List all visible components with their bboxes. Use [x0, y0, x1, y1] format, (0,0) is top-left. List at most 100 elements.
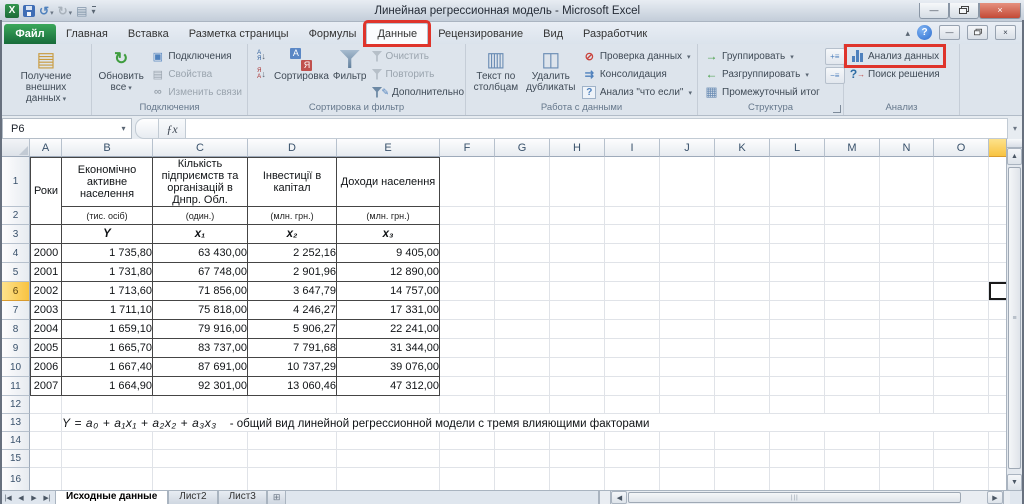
filter-button[interactable]: Фильтр — [331, 46, 369, 83]
cell[interactable] — [337, 432, 440, 450]
cell[interactable] — [770, 358, 825, 377]
cell[interactable] — [440, 301, 495, 320]
subtotal-button[interactable]: Промежуточный итог — [701, 83, 823, 101]
minimize-button[interactable]: — — [919, 3, 949, 19]
cell[interactable] — [880, 157, 934, 207]
year-cell[interactable]: 2007 — [30, 377, 62, 396]
properties-button[interactable]: Свойства — [147, 65, 245, 83]
cell[interactable] — [30, 414, 62, 432]
units-cell[interactable]: (млн. грн.) — [337, 207, 440, 225]
column-header-P[interactable] — [989, 139, 1006, 157]
variable-cell[interactable]: x₁ — [153, 225, 248, 244]
cell[interactable] — [495, 396, 550, 414]
variable-cell[interactable]: x₃ — [337, 225, 440, 244]
cell[interactable] — [605, 282, 660, 301]
tab-formulas[interactable]: Формулы — [299, 24, 367, 44]
tab-data[interactable]: Данные — [366, 23, 428, 44]
scroll-left-button[interactable]: ◀ — [611, 491, 627, 504]
cell[interactable] — [550, 396, 605, 414]
row-header-15[interactable]: 15 — [2, 450, 30, 468]
column-header-I[interactable]: I — [605, 139, 660, 157]
cell[interactable] — [495, 225, 550, 244]
cell[interactable] — [550, 263, 605, 282]
cell[interactable] — [440, 339, 495, 358]
cell[interactable] — [989, 377, 1006, 396]
cell[interactable] — [934, 468, 989, 491]
cell[interactable] — [880, 263, 934, 282]
cell[interactable] — [715, 358, 770, 377]
data-cell[interactable]: 3 647,79 — [248, 282, 337, 301]
cell[interactable] — [770, 468, 825, 491]
column-header-E[interactable]: E — [337, 139, 440, 157]
cell[interactable] — [440, 377, 495, 396]
name-box[interactable]: P6 — [2, 118, 132, 139]
cell[interactable] — [934, 432, 989, 450]
cell[interactable] — [495, 157, 550, 207]
cell[interactable] — [715, 263, 770, 282]
cell[interactable] — [825, 339, 880, 358]
show-detail-button[interactable] — [825, 48, 845, 65]
cell[interactable] — [825, 225, 880, 244]
cell[interactable] — [660, 157, 715, 207]
cell[interactable] — [989, 263, 1006, 282]
workbook-restore-button[interactable] — [967, 25, 988, 40]
note-cell[interactable]: Y = a₀ + a₁x₁ + a₂x₂ + a₃x₃- общий вид л… — [62, 414, 1006, 432]
cell[interactable] — [825, 320, 880, 339]
cell[interactable] — [715, 207, 770, 225]
table-header-cell[interactable]: Доходи населення — [337, 157, 440, 207]
cell[interactable] — [770, 282, 825, 301]
restore-button[interactable] — [949, 3, 979, 19]
data-cell[interactable]: 4 246,27 — [248, 301, 337, 320]
cell[interactable] — [495, 263, 550, 282]
data-cell[interactable]: 5 906,27 — [248, 320, 337, 339]
cell[interactable] — [153, 450, 248, 468]
cell[interactable] — [605, 339, 660, 358]
cell[interactable] — [770, 339, 825, 358]
tab-view[interactable]: Вид — [533, 24, 573, 44]
cell[interactable] — [30, 396, 62, 414]
data-cell[interactable]: 9 405,00 — [337, 244, 440, 263]
units-cell[interactable]: (один.) — [153, 207, 248, 225]
data-cell[interactable]: 1 711,10 — [62, 301, 153, 320]
row-header-10[interactable]: 10 — [2, 358, 30, 377]
cell[interactable] — [660, 225, 715, 244]
sheet-tab-list3[interactable]: Лист3 — [218, 491, 267, 504]
first-sheet-button[interactable]: |◀ — [2, 494, 14, 502]
cell[interactable] — [495, 432, 550, 450]
cell[interactable] — [715, 320, 770, 339]
data-cell[interactable]: 63 430,00 — [153, 244, 248, 263]
cell-A1[interactable]: Роки — [30, 157, 62, 225]
cell[interactable] — [660, 377, 715, 396]
cell[interactable] — [440, 263, 495, 282]
column-header-D[interactable]: D — [248, 139, 337, 157]
cell[interactable] — [495, 339, 550, 358]
cell[interactable] — [715, 282, 770, 301]
what-if-analysis-button[interactable]: Анализ "что если" — [579, 83, 695, 101]
cell[interactable] — [550, 377, 605, 396]
workbook-close-button[interactable]: × — [995, 25, 1016, 40]
cell[interactable] — [825, 263, 880, 282]
data-cell[interactable]: 13 060,46 — [248, 377, 337, 396]
cell[interactable] — [934, 320, 989, 339]
cell[interactable] — [550, 301, 605, 320]
cell[interactable] — [825, 358, 880, 377]
vertical-scroll-track[interactable] — [1008, 166, 1021, 473]
cell[interactable] — [825, 157, 880, 207]
data-cell[interactable]: 1 659,10 — [62, 320, 153, 339]
column-header-C[interactable]: C — [153, 139, 248, 157]
data-cell[interactable]: 1 665,70 — [62, 339, 153, 358]
cell[interactable] — [715, 157, 770, 207]
variable-cell[interactable]: Y — [62, 225, 153, 244]
scrollbar-end-splitter[interactable] — [1003, 491, 1010, 504]
cell[interactable] — [880, 377, 934, 396]
edit-links-button[interactable]: Изменить связи — [147, 83, 245, 101]
cell[interactable] — [989, 207, 1006, 225]
cell[interactable] — [825, 282, 880, 301]
cell[interactable] — [989, 468, 1006, 491]
data-analysis-button[interactable]: Анализ данных — [847, 47, 943, 65]
cell[interactable] — [605, 225, 660, 244]
column-header-F[interactable]: F — [440, 139, 495, 157]
insert-function-button[interactable] — [158, 118, 186, 139]
cell[interactable] — [715, 377, 770, 396]
cell[interactable] — [605, 157, 660, 207]
